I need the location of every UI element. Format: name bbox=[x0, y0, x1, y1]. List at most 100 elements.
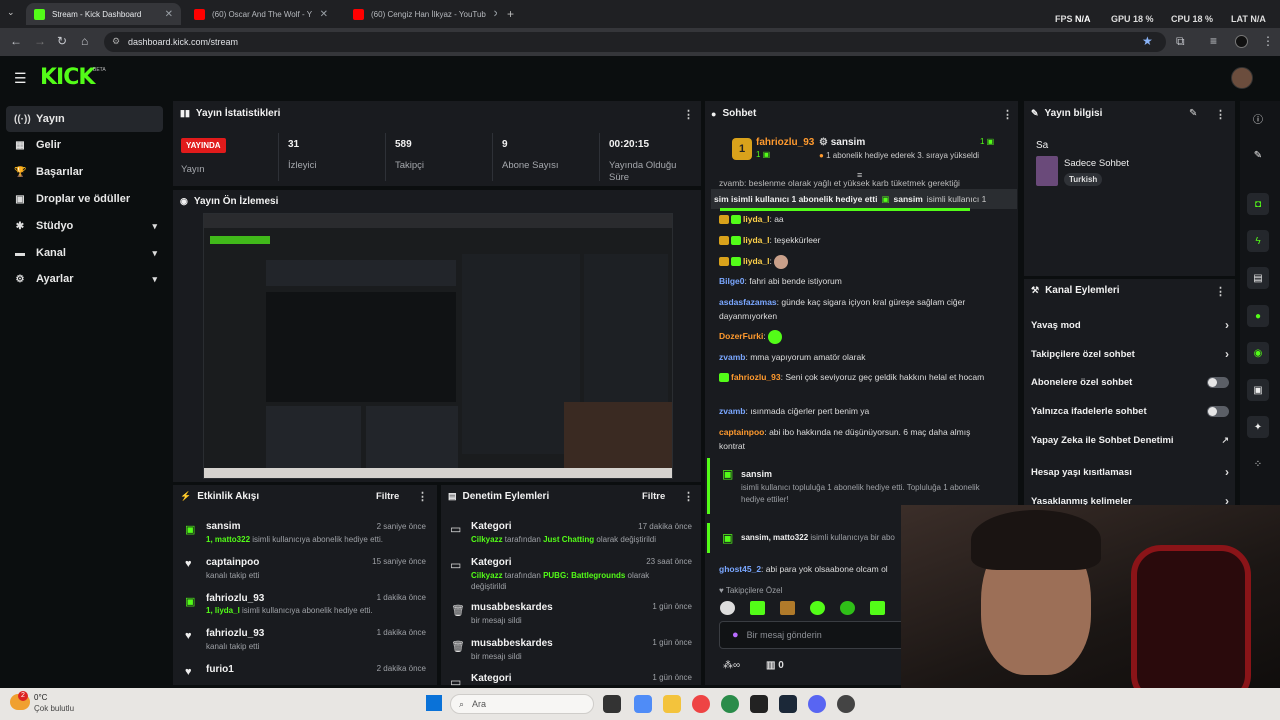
category-name[interactable]: Sadece Sohbet bbox=[1064, 158, 1129, 169]
moderation-item-title[interactable]: musabbeskardes bbox=[471, 602, 553, 613]
bookmark-star-icon[interactable]: ★ bbox=[1142, 34, 1153, 48]
activity-user[interactable]: furio1 bbox=[206, 664, 234, 675]
gift-user[interactable]: sansim bbox=[741, 469, 772, 479]
community-icon[interactable]: ⁂∞ bbox=[723, 660, 740, 671]
steam-icon[interactable] bbox=[779, 695, 797, 713]
leaderboard-user-2[interactable]: ⚙ sansim bbox=[819, 137, 865, 148]
url-bar[interactable]: ⚙ dashboard.kick.com/stream bbox=[104, 32, 1166, 52]
capture-icon[interactable]: ◘ bbox=[1247, 193, 1269, 215]
sidebar-item-studyo[interactable]: ✱ Stüdyo ▾ bbox=[6, 213, 163, 239]
stats-menu-icon[interactable]: ⋮ bbox=[683, 108, 694, 121]
tab-search-icon[interactable]: ⌄ bbox=[7, 7, 15, 18]
action-ai-moderation[interactable]: Yapay Zeka ile Sohbet Denetimi ↗ bbox=[1031, 435, 1229, 446]
sidebar-item-yayin[interactable]: ((·)) Yayın bbox=[6, 106, 163, 132]
app-icon[interactable] bbox=[750, 695, 768, 713]
chat-username[interactable]: zvamb bbox=[719, 406, 745, 416]
microphone-icon[interactable]: ● bbox=[732, 629, 739, 641]
chat-username[interactable]: liyda_l bbox=[743, 214, 769, 224]
sidebar-item-droplar[interactable]: ▣ Droplar ve ödüller bbox=[6, 186, 163, 212]
wrench-tool-icon[interactable]: ✦ bbox=[1247, 416, 1269, 438]
home-icon[interactable]: ⌂ bbox=[81, 34, 88, 48]
obs-icon[interactable] bbox=[837, 695, 855, 713]
close-icon[interactable]: ✕ bbox=[320, 9, 328, 20]
task-view-icon[interactable] bbox=[603, 695, 621, 713]
moderation-menu-icon[interactable]: ⋮ bbox=[683, 490, 694, 503]
emote-icon[interactable] bbox=[720, 601, 735, 615]
emote-icon[interactable] bbox=[810, 601, 825, 615]
ticker-text: sim isimli kullanıcı 1 abonelik hediye e… bbox=[714, 194, 878, 204]
subscribers-only-toggle[interactable] bbox=[1207, 377, 1229, 388]
leaderboard-user[interactable]: fahriozlu_93 bbox=[756, 137, 814, 148]
emotes-only-toggle[interactable] bbox=[1207, 406, 1229, 417]
emote-icon[interactable] bbox=[840, 601, 855, 615]
profile-avatar[interactable] bbox=[1235, 35, 1248, 48]
activity-user[interactable]: sansim bbox=[206, 521, 240, 532]
extensions-icon[interactable]: ⧉ bbox=[1176, 34, 1185, 49]
close-icon[interactable]: ✕ bbox=[493, 9, 497, 20]
tab-youtube-oscar[interactable]: (60) Oscar And The Wolf - Y ✕ bbox=[186, 3, 336, 25]
copilot-icon[interactable] bbox=[634, 695, 652, 713]
chat-username[interactable]: Bilge0 bbox=[719, 276, 745, 286]
broadcast-tool-icon[interactable]: ◉ bbox=[1247, 342, 1269, 364]
actions-menu-icon[interactable]: ⋮ bbox=[1215, 285, 1226, 298]
chrome-icon[interactable] bbox=[692, 695, 710, 713]
chat-menu-icon[interactable]: ⋮ bbox=[1002, 108, 1013, 121]
chat-input[interactable]: ● Bir mesaj gönderin bbox=[719, 621, 909, 649]
chat-username[interactable]: DozerFurki bbox=[719, 331, 763, 341]
info-menu-icon[interactable]: ⋮ bbox=[1215, 108, 1226, 121]
tab-youtube-cengiz[interactable]: (60) Cengiz Han İlkyaz - YouTub ✕ bbox=[345, 3, 497, 25]
chat-username[interactable]: liyda_l bbox=[743, 235, 769, 245]
activity-user[interactable]: fahriozlu_93 bbox=[206, 593, 264, 604]
action-slow-mode[interactable]: Yavaş mod › bbox=[1031, 318, 1229, 332]
user-avatar[interactable] bbox=[1231, 67, 1253, 89]
discord-icon[interactable] bbox=[808, 695, 826, 713]
reading-list-icon[interactable]: ≡ bbox=[1210, 34, 1217, 48]
gift-users[interactable]: sansim, matto322 bbox=[741, 533, 808, 542]
sidebar-item-ayarlar[interactable]: ⚙ Ayarlar ▾ bbox=[6, 266, 163, 292]
chat-username[interactable]: captainpoo bbox=[719, 427, 764, 437]
pencil-icon[interactable]: ✎ bbox=[1247, 144, 1269, 166]
close-icon[interactable]: ✕ bbox=[165, 9, 173, 20]
tab-kick-dashboard[interactable]: Stream - Kick Dashboard ✕ bbox=[26, 3, 181, 25]
sidebar-item-basarilar[interactable]: 🏆 Başarılar bbox=[6, 159, 163, 185]
action-account-age[interactable]: Hesap yaşı kısıtlaması › bbox=[1031, 465, 1229, 479]
edit-icon[interactable]: ✎ bbox=[1189, 108, 1197, 119]
chat-username[interactable]: asdasfazamas bbox=[719, 297, 777, 307]
reload-icon[interactable]: ↻ bbox=[57, 34, 67, 48]
more-tools-icon[interactable]: ⁘ bbox=[1247, 453, 1269, 475]
stream-preview-video[interactable] bbox=[203, 213, 673, 479]
activity-filter-button[interactable]: Filtre bbox=[376, 491, 399, 502]
lightning-icon[interactable]: ϟ bbox=[1247, 230, 1269, 252]
chat-tool-icon[interactable]: ● bbox=[1247, 305, 1269, 327]
file-explorer-icon[interactable] bbox=[663, 695, 681, 713]
chat-username[interactable]: zvamb bbox=[719, 352, 745, 362]
notes-icon[interactable]: ▤ bbox=[1247, 267, 1269, 289]
forward-icon[interactable]: → bbox=[34, 34, 46, 48]
browser-app-icon[interactable] bbox=[721, 695, 739, 713]
emote-icon[interactable] bbox=[870, 601, 885, 615]
site-info-icon[interactable]: ⚙ bbox=[112, 36, 120, 47]
activity-user[interactable]: fahriozlu_93 bbox=[206, 628, 264, 639]
windows-start-icon[interactable] bbox=[426, 695, 442, 711]
new-tab-icon[interactable]: + bbox=[507, 7, 514, 21]
browser-menu-icon[interactable]: ⋮ bbox=[1262, 34, 1274, 48]
hamburger-menu-icon[interactable]: ☰ bbox=[14, 70, 27, 87]
emote-icon[interactable] bbox=[780, 601, 795, 615]
kick-logo[interactable]: KICK bbox=[40, 65, 95, 90]
taskbar-search[interactable]: ⌕ Ara bbox=[450, 694, 594, 714]
back-icon[interactable]: ← bbox=[10, 34, 22, 48]
chat-username[interactable]: liyda_l bbox=[743, 256, 769, 266]
chat-footer-counter[interactable]: ▥ 0 bbox=[766, 660, 784, 671]
chat-username[interactable]: fahriozlu_93 bbox=[731, 372, 781, 382]
info-icon[interactable]: ⓘ bbox=[1247, 107, 1269, 129]
emote-icon[interactable] bbox=[750, 601, 765, 615]
moderation-filter-button[interactable]: Filtre bbox=[642, 491, 665, 502]
moderation-item-title[interactable]: musabbeskardes bbox=[471, 638, 553, 649]
sidebar-item-kanal[interactable]: ▬ Kanal ▾ bbox=[6, 240, 163, 266]
chat-username[interactable]: ghost45_2 bbox=[719, 564, 761, 574]
activity-menu-icon[interactable]: ⋮ bbox=[417, 490, 428, 503]
sidebar-item-gelir[interactable]: ▦ Gelir bbox=[6, 132, 163, 158]
layout-icon[interactable]: ▣ bbox=[1247, 379, 1269, 401]
activity-user[interactable]: captainpoo bbox=[206, 557, 259, 568]
action-followers-only[interactable]: Takipçilere özel sohbet › bbox=[1031, 347, 1229, 361]
